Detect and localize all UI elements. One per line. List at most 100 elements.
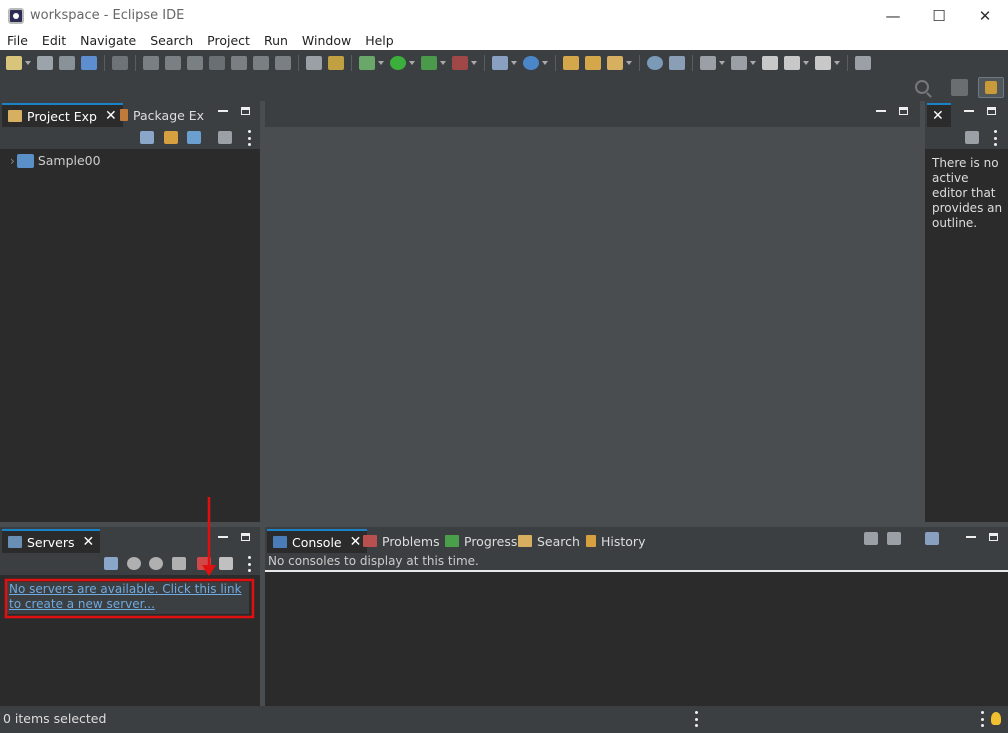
chevron-right-icon[interactable]: › <box>10 154 15 168</box>
step-over-icon[interactable] <box>253 55 269 70</box>
menu-project[interactable]: Project <box>200 33 257 48</box>
lightbulb-icon[interactable] <box>991 712 1001 725</box>
pin-editor-icon[interactable] <box>855 55 871 70</box>
tab-package-explorer[interactable]: Package Ex <box>114 103 210 127</box>
outline-panel: ✕ There is no active editor that provide… <box>925 101 1008 522</box>
menu-search[interactable]: Search <box>143 33 200 48</box>
window-title: workspace - Eclipse IDE <box>30 8 185 23</box>
mark-occurrences-icon[interactable] <box>669 55 685 70</box>
collapse-all-icon[interactable] <box>140 131 154 144</box>
display-console-icon[interactable] <box>887 532 901 545</box>
open-web-browser-icon[interactable] <box>647 55 663 70</box>
tree-item-label: Sample00 <box>37 153 101 168</box>
view-min-max[interactable] <box>964 107 996 115</box>
minimize-button[interactable]: — <box>870 0 916 31</box>
focus-icon[interactable] <box>965 131 979 144</box>
tab-console[interactable]: Console ✕ <box>267 529 368 553</box>
create-new-server-link[interactable]: No servers are available. Click this lin… <box>9 582 247 612</box>
step-return-icon[interactable] <box>275 55 291 70</box>
java-ee-perspective-icon[interactable] <box>978 77 1004 98</box>
stop-server-icon[interactable] <box>197 557 211 570</box>
use-step-filters-icon[interactable] <box>328 55 344 70</box>
terminal-icon[interactable] <box>81 55 97 70</box>
disconnect-icon[interactable] <box>209 55 225 70</box>
view-menu-icon[interactable] <box>247 556 251 572</box>
close-icon[interactable]: ✕ <box>932 108 944 124</box>
menu-edit[interactable]: Edit <box>35 33 73 48</box>
focus-icon[interactable] <box>218 131 232 144</box>
drop-to-frame-icon[interactable] <box>306 55 322 70</box>
clear-console-icon[interactable] <box>864 532 878 545</box>
suspend-icon[interactable] <box>165 55 181 70</box>
save-all-icon[interactable] <box>59 55 75 70</box>
servers-icon <box>8 536 22 548</box>
resume-icon[interactable] <box>143 55 159 70</box>
status-divider-icon <box>980 711 984 727</box>
problems-icon <box>363 535 377 547</box>
save-icon[interactable] <box>37 55 53 70</box>
tree-item-sample00[interactable]: › Sample00 <box>10 153 101 168</box>
menu-run[interactable]: Run <box>257 33 295 48</box>
menu-window[interactable]: Window <box>295 33 358 48</box>
tab-servers[interactable]: Servers ✕ <box>2 529 101 553</box>
tab-search[interactable]: Search <box>512 529 586 553</box>
view-menu-icon[interactable] <box>993 130 997 146</box>
menu-file[interactable]: File <box>0 33 35 48</box>
status-bar: 0 items selected <box>0 706 1008 733</box>
editor-area <box>265 101 920 522</box>
tab-problems[interactable]: Problems <box>357 529 446 553</box>
publish-icon[interactable] <box>219 557 233 570</box>
tab-outline[interactable]: ✕ <box>927 103 951 127</box>
start-server-icon[interactable] <box>149 557 163 570</box>
new-icon[interactable] <box>6 55 22 70</box>
terminate-icon[interactable] <box>187 55 203 70</box>
previous-annotation-icon[interactable] <box>731 55 747 70</box>
forward-icon[interactable] <box>815 55 831 70</box>
search-icon[interactable] <box>915 80 929 94</box>
debug-server-icon[interactable] <box>127 557 141 570</box>
search-toolbar-icon[interactable] <box>607 55 623 70</box>
tab-label: Search <box>537 533 580 549</box>
new-java-project-icon[interactable] <box>492 55 508 70</box>
back-icon[interactable] <box>784 55 800 70</box>
maximize-button[interactable]: ☐ <box>916 0 962 31</box>
open-type-icon[interactable] <box>563 55 579 70</box>
close-window-button[interactable]: ✕ <box>962 0 1008 31</box>
coverage-icon[interactable] <box>421 55 437 70</box>
editor-min-max[interactable] <box>876 107 908 115</box>
skip-breakpoints-icon[interactable] <box>112 55 128 70</box>
debug-icon[interactable] <box>359 55 375 70</box>
view-min-max[interactable] <box>966 533 998 541</box>
last-edit-location-icon[interactable] <box>762 55 778 70</box>
status-divider-icon <box>694 711 698 727</box>
close-icon[interactable]: ✕ <box>83 534 95 550</box>
tab-progress[interactable]: Progress <box>439 529 523 553</box>
view-min-max[interactable] <box>218 533 250 541</box>
open-console-icon[interactable] <box>925 532 939 545</box>
menu-help[interactable]: Help <box>358 33 401 48</box>
run-icon[interactable] <box>390 55 406 70</box>
new-class-icon[interactable] <box>523 55 539 70</box>
tab-label: Progress <box>464 533 518 549</box>
next-annotation-icon[interactable] <box>700 55 716 70</box>
console-icon <box>273 536 287 548</box>
search-tab-icon <box>518 535 532 547</box>
profile-server-icon[interactable] <box>172 557 186 570</box>
link-with-editor-icon[interactable] <box>164 131 178 144</box>
external-tools-icon[interactable] <box>452 55 468 70</box>
collapse-all-icon[interactable] <box>104 557 118 570</box>
eclipse-app-icon <box>8 7 24 24</box>
console-header: No consoles to display at this time. <box>265 553 1008 572</box>
console-message: No consoles to display at this time. <box>268 554 479 568</box>
tab-label: History <box>601 533 646 549</box>
tab-history[interactable]: History <box>580 529 651 553</box>
step-into-icon[interactable] <box>231 55 247 70</box>
filter-icon[interactable] <box>187 131 201 144</box>
view-min-max[interactable] <box>218 107 250 115</box>
tab-project-explorer[interactable]: Project Exp ✕ <box>2 103 123 127</box>
open-task-icon[interactable] <box>585 55 601 70</box>
open-perspective-icon[interactable] <box>951 79 968 96</box>
package-explorer-icon <box>120 109 128 121</box>
view-menu-icon[interactable] <box>247 130 251 146</box>
menu-navigate[interactable]: Navigate <box>73 33 143 48</box>
